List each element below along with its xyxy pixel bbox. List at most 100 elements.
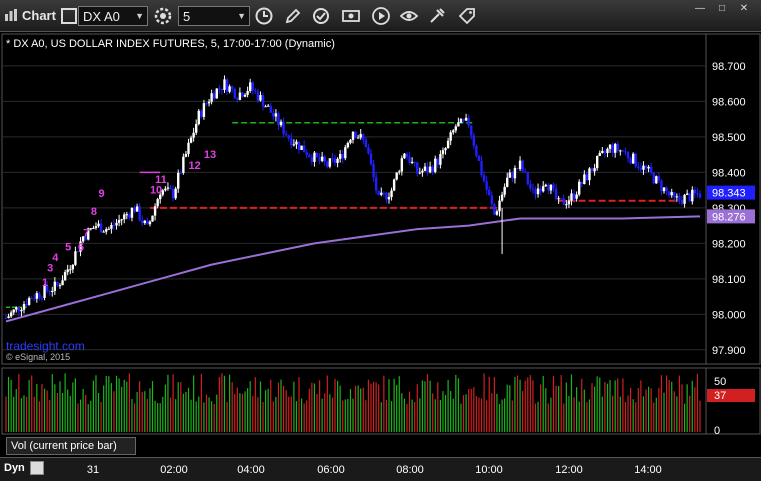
candle-body: [585, 174, 589, 181]
count-label: 6: [78, 241, 84, 253]
candle-body: [444, 148, 447, 151]
candle-body: [675, 196, 679, 198]
candle-body: [256, 91, 260, 101]
link-square-icon[interactable]: [58, 5, 80, 27]
candle-body: [621, 150, 625, 152]
candle-body: [560, 198, 563, 200]
candle-body: [123, 214, 126, 220]
candle-body: [356, 137, 360, 139]
count-label: 8: [91, 206, 97, 218]
candle-body: [261, 95, 265, 107]
candle-body: [660, 180, 663, 192]
candle-body: [698, 193, 702, 198]
candle-body: [539, 188, 542, 192]
candle-body: [63, 272, 67, 281]
candle-body: [346, 142, 350, 148]
pencil-icon[interactable]: [282, 5, 304, 27]
price-tick-label: 98.700: [712, 61, 746, 73]
candle-body: [511, 172, 514, 179]
close-button[interactable]: ✕: [734, 2, 754, 14]
count-label: 13: [204, 149, 216, 161]
candle-body: [400, 158, 404, 172]
candle-body: [369, 153, 373, 165]
candle-body: [94, 226, 98, 229]
candle-body: [48, 290, 51, 293]
time-tick-label: 06:00: [317, 464, 345, 476]
candle-body: [575, 194, 578, 199]
candle-body: [354, 131, 357, 138]
candle-body: [320, 156, 324, 161]
candle-body: [17, 307, 21, 312]
tag-icon[interactable]: [456, 5, 478, 27]
price-tick-label: 98.100: [712, 274, 746, 286]
price-tick-label: 97.900: [712, 345, 746, 357]
candle-body: [413, 161, 416, 163]
maximize-button[interactable]: □: [712, 2, 732, 14]
candle-body: [408, 156, 411, 163]
time-tick-label: 14:00: [634, 464, 662, 476]
candle-body: [598, 152, 601, 156]
candle-body: [197, 110, 200, 125]
candle-body: [110, 225, 113, 229]
volume-panel-label[interactable]: Vol (current price bar): [6, 437, 136, 455]
candle-body: [315, 152, 319, 158]
candle-body: [51, 290, 54, 293]
scale-icon[interactable]: [30, 461, 44, 475]
esignal-chart-window: Chart DX A0 ▼ 5 ▼ — □ ✕ 1 3 4 5 6 7 8 9 …: [0, 0, 761, 481]
candle-body: [534, 189, 537, 195]
count-label: 10: [150, 185, 162, 197]
interval-field[interactable]: 5 ▼: [178, 6, 250, 26]
candle-body: [266, 105, 270, 107]
candle-body: [398, 171, 401, 173]
candle-body: [243, 94, 247, 97]
candle-body: [7, 316, 10, 318]
settings-gear-icon[interactable]: [152, 5, 174, 27]
price-tick-label: 98.000: [712, 309, 746, 321]
candle-body: [416, 162, 419, 174]
candle-body: [526, 171, 529, 185]
ma-price-label: 98.276: [712, 211, 746, 223]
candle-body: [619, 150, 622, 152]
candle-body: [189, 137, 193, 143]
candle-body: [542, 186, 545, 192]
candle-body: [436, 158, 440, 165]
candle-body: [274, 113, 278, 117]
play-icon[interactable]: [370, 5, 392, 27]
candle-body: [71, 264, 75, 270]
refresh-icon[interactable]: [310, 5, 332, 27]
dyn-label[interactable]: Dyn: [4, 462, 25, 474]
candle-body: [92, 228, 95, 230]
candle-body: [462, 118, 465, 121]
candle-body: [459, 118, 463, 123]
chart-icon[interactable]: [4, 8, 18, 22]
dollar-icon[interactable]: [340, 5, 362, 27]
tools-icon[interactable]: [426, 5, 448, 27]
candle-body: [166, 187, 170, 189]
candle-body: [328, 158, 332, 167]
chart-menu-label[interactable]: Chart: [22, 8, 56, 23]
candle-body: [657, 176, 661, 181]
price-chart[interactable]: 1345 6789 10111213 98.70098.60098.50098.40…: [0, 32, 761, 457]
count-label: 7: [83, 227, 89, 239]
candle-body: [655, 176, 658, 184]
symbol-field[interactable]: DX A0 ▼: [78, 6, 148, 26]
candle-body: [405, 153, 409, 157]
candle-body: [259, 95, 262, 101]
candle-body: [135, 206, 139, 212]
minimize-button[interactable]: —: [690, 2, 710, 14]
candle-body: [69, 269, 72, 271]
candle-body: [464, 117, 468, 121]
candle-body: [171, 189, 175, 199]
candle-body: [667, 191, 671, 196]
candle-body: [477, 155, 481, 161]
candle-body: [613, 143, 617, 153]
eye-icon[interactable]: [398, 5, 420, 27]
candle-body: [22, 303, 26, 310]
candle-body: [485, 181, 488, 190]
candle-body: [554, 188, 558, 199]
candle-body: [308, 155, 311, 157]
clock-icon[interactable]: [253, 5, 275, 27]
candle-body: [642, 165, 645, 170]
candle-body: [457, 122, 460, 127]
candle-body: [521, 160, 524, 172]
